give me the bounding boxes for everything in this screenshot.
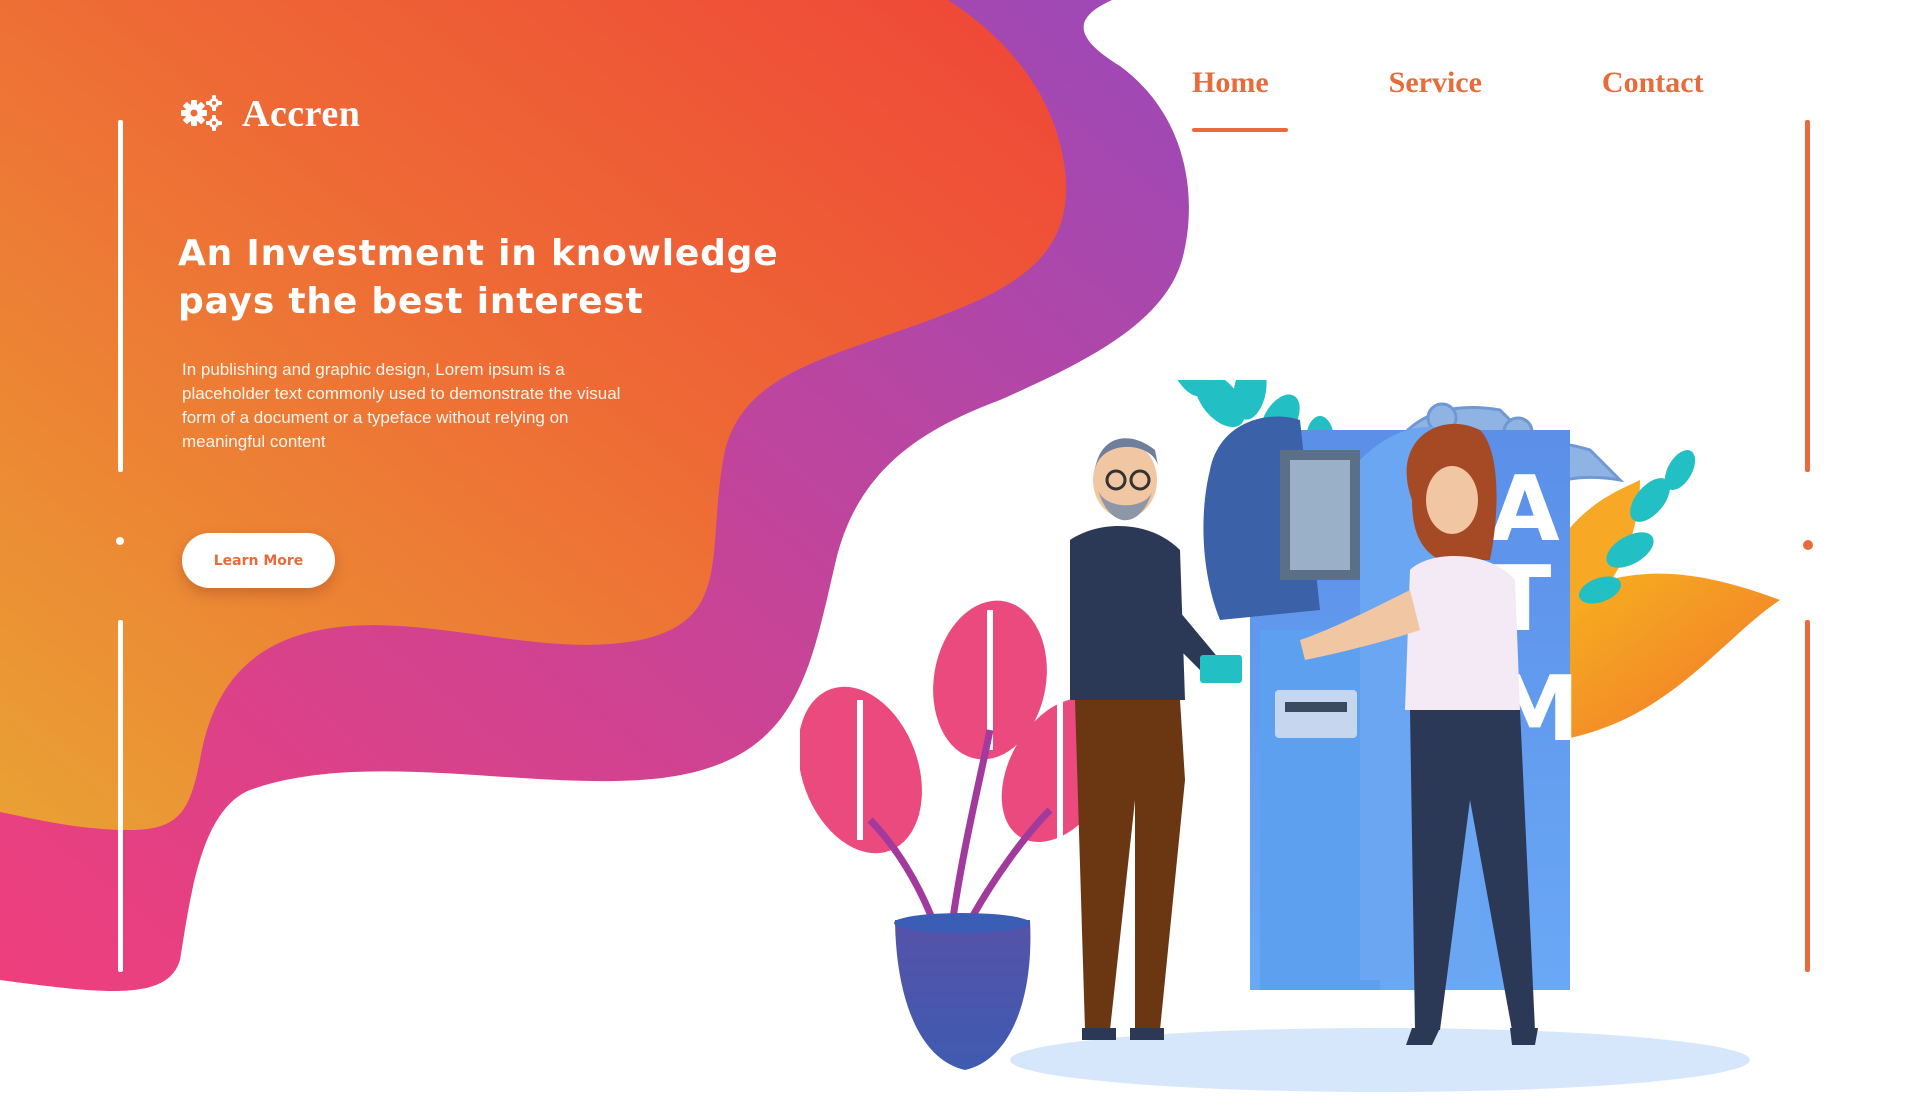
left-rail-line-top: [118, 120, 123, 472]
hero-description: In publishing and graphic design, Lorem …: [182, 360, 621, 451]
floor-shadow: [1010, 1028, 1750, 1092]
left-rail-dot: [116, 537, 124, 545]
main-nav: Home Service Contact: [1192, 66, 1704, 132]
brand-name: Accren: [242, 93, 361, 135]
nav-contact-label: Contact: [1601, 66, 1704, 99]
brand-logo[interactable]: Accren: [178, 92, 360, 136]
learn-more-button[interactable]: Learn More: [182, 533, 335, 588]
credit-card-icon: [1200, 655, 1242, 683]
atm-illustration: A T M: [800, 380, 1780, 1092]
gears-icon: [178, 93, 224, 136]
nav-home-label: Home: [1192, 66, 1269, 99]
nav-service-label: Service: [1388, 66, 1482, 99]
right-rail-dot: [1803, 540, 1813, 550]
left-rail-line-bottom: [118, 620, 123, 972]
hero-headline: An Investment in knowledge pays the best…: [178, 230, 818, 326]
hero-headline-line1: An Investment in knowledge: [178, 233, 779, 274]
nav-contact[interactable]: Contact: [1602, 66, 1704, 100]
nav-service[interactable]: Service: [1389, 66, 1482, 100]
hero-headline-line2: pays the best interest: [178, 281, 644, 322]
right-rail-line-bottom: [1805, 620, 1810, 972]
nav-home[interactable]: Home: [1192, 66, 1288, 132]
right-rail-line-top: [1805, 120, 1810, 472]
nav-active-underline: [1192, 128, 1288, 132]
